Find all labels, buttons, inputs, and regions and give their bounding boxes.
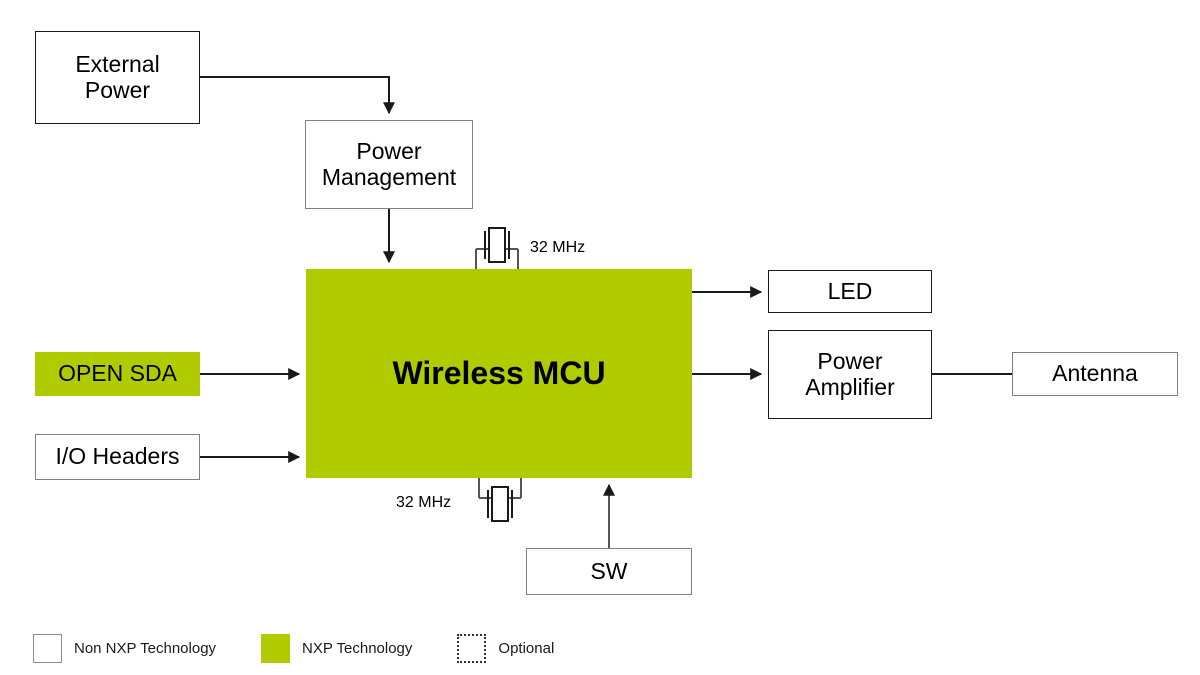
block-wireless-mcu[interactable]: Wireless MCU: [306, 269, 692, 478]
block-io-headers[interactable]: I/O Headers: [35, 434, 200, 480]
crystal-top-label: 32 MHz: [530, 239, 586, 256]
block-sw[interactable]: SW: [526, 548, 692, 595]
block-power-management[interactable]: Power Management: [305, 120, 473, 209]
crystal-bottom-body: [491, 486, 509, 522]
legend: Non NXP Technology NXP Technology Option…: [33, 634, 554, 663]
legend-swatch-non-nxp: [33, 634, 62, 663]
legend-item-non-nxp: Non NXP Technology: [33, 634, 216, 663]
block-antenna[interactable]: Antenna: [1012, 352, 1178, 396]
block-led[interactable]: LED: [768, 270, 932, 313]
legend-item-optional: Optional: [457, 634, 554, 663]
legend-label-optional: Optional: [498, 640, 555, 657]
legend-swatch-nxp: [261, 634, 291, 663]
crystal-bottom-label: 32 MHz: [396, 494, 452, 511]
legend-label-non-nxp: Non NXP Technology: [74, 640, 217, 657]
block-external-power[interactable]: External Power: [35, 31, 200, 124]
legend-label-nxp: NXP Technology: [302, 640, 413, 657]
legend-swatch-optional: [457, 634, 487, 663]
crystal-top-body: [488, 227, 506, 263]
legend-item-nxp: NXP Technology: [261, 634, 412, 663]
block-power-amplifier[interactable]: Power Amplifier: [768, 330, 932, 419]
block-open-sda[interactable]: OPEN SDA: [35, 352, 200, 396]
block-diagram: External Power Power Management OPEN SDA…: [0, 0, 1200, 675]
wire-external-power-to-power-management: [200, 76, 395, 115]
